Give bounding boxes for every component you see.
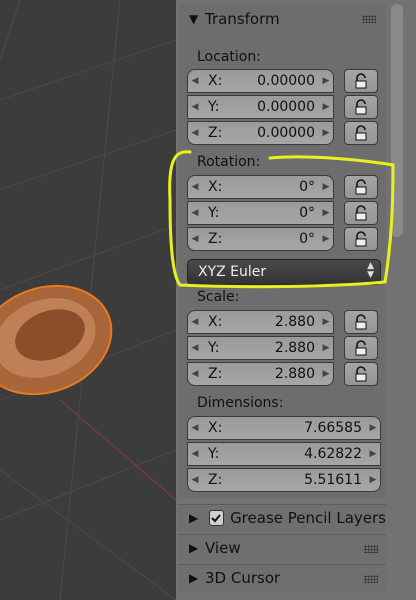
dimensions-y-field[interactable]: ◀ Y: 4.62822 ▶ [187,442,381,466]
location-locks [344,69,378,147]
lock-rotation-x-button[interactable] [344,175,378,199]
panel-scrollbar[interactable] [391,4,403,237]
decrement-arrow-icon[interactable]: ◀ [188,128,202,138]
decrement-arrow-icon[interactable]: ◀ [188,343,202,353]
increment-arrow-icon[interactable]: ▶ [366,423,380,433]
increment-arrow-icon[interactable]: ▶ [319,102,333,112]
3d-viewport[interactable] [0,0,176,600]
decrement-arrow-icon[interactable]: ◀ [188,234,202,244]
dimensions-z-field[interactable]: ◀ Z: 5.51611 ▶ [187,468,381,492]
grease-pencil-checkbox[interactable] [208,510,225,526]
rotation-z-field[interactable]: ◀ Z: 0° ▶ [187,227,334,251]
up-down-arrows-icon: ▲ ▼ [367,261,374,280]
padlock-icon [355,340,367,356]
scale-y-field[interactable]: ◀ Y: 2.880 ▶ [187,336,334,360]
padlock-icon [355,179,367,195]
view-panel-header[interactable]: ▶ View [178,534,386,561]
decrement-arrow-icon[interactable]: ◀ [188,208,202,218]
lock-scale-z-button[interactable] [344,362,378,386]
padlock-icon [355,314,367,330]
scale-locks [344,310,378,388]
scale-z-field[interactable]: ◀ Z: 2.880 ▶ [187,362,334,386]
padlock-icon [355,99,367,115]
padlock-icon [355,125,367,141]
collapsed-triangle-icon: ▶ [189,571,199,585]
decrement-arrow-icon[interactable]: ◀ [188,317,202,327]
checkmark-icon [211,514,222,523]
decrement-arrow-icon[interactable]: ◀ [188,449,202,459]
padlock-icon [355,366,367,382]
3d-cursor-panel-header[interactable]: ▶ 3D Cursor [178,564,386,591]
location-fields: ◀ X: 0.00000 ▶ ◀ Y: 0.00000 ▶ ◀ Z: 0.000… [187,69,334,145]
rotation-fields: ◀ X: 0° ▶ ◀ Y: 0° ▶ ◀ Z: 0° ▶ [187,175,334,251]
decrement-arrow-icon[interactable]: ◀ [188,369,202,379]
lock-rotation-y-button[interactable] [344,201,378,225]
rotation-label: Rotation: [197,154,261,170]
location-y-field[interactable]: ◀ Y: 0.00000 ▶ [187,95,334,119]
increment-arrow-icon[interactable]: ▶ [319,182,333,192]
collapsed-triangle-icon: ▶ [189,511,199,525]
lock-location-y-button[interactable] [344,95,378,119]
increment-arrow-icon[interactable]: ▶ [366,449,380,459]
decrement-arrow-icon[interactable]: ◀ [188,423,202,433]
lock-rotation-z-button[interactable] [344,227,378,251]
lock-location-z-button[interactable] [344,121,378,145]
transform-panel-header[interactable]: ▼ Transform [178,6,384,32]
padlock-icon [355,231,367,247]
rotation-mode-dropdown[interactable]: XYZ Euler ▲ ▼ [187,259,381,285]
decrement-arrow-icon[interactable]: ◀ [188,475,202,485]
dimensions-label: Dimensions: [197,395,284,411]
increment-arrow-icon[interactable]: ▶ [366,475,380,485]
viewport-grid [0,0,176,600]
dimensions-fields: ◀ X: 7.66585 ▶ ◀ Y: 4.62822 ▶ ◀ Z: 5.516… [187,416,381,492]
lock-scale-y-button[interactable] [344,336,378,360]
dimensions-x-field[interactable]: ◀ X: 7.66585 ▶ [187,416,381,440]
decrement-arrow-icon[interactable]: ◀ [188,76,202,86]
increment-arrow-icon[interactable]: ▶ [319,343,333,353]
selected-object[interactable] [0,268,127,412]
rotation-x-field[interactable]: ◀ X: 0° ▶ [187,175,334,199]
increment-arrow-icon[interactable]: ▶ [319,234,333,244]
location-label: Location: [197,49,261,65]
lock-scale-x-button[interactable] [344,310,378,334]
scale-x-field[interactable]: ◀ X: 2.880 ▶ [187,310,334,334]
rotation-locks [344,175,378,253]
drag-grip-icon[interactable] [362,15,376,23]
collapsed-triangle-icon: ▶ [189,541,199,555]
grease-pencil-panel-header[interactable]: ▶ Grease Pencil Layers [178,504,386,531]
increment-arrow-icon[interactable]: ▶ [319,317,333,327]
scale-label: Scale: [197,289,240,305]
decrement-arrow-icon[interactable]: ◀ [188,102,202,112]
location-x-field[interactable]: ◀ X: 0.00000 ▶ [187,69,334,93]
rotation-y-field[interactable]: ◀ Y: 0° ▶ [187,201,334,225]
increment-arrow-icon[interactable]: ▶ [319,369,333,379]
padlock-icon [355,205,367,221]
decrement-arrow-icon[interactable]: ◀ [188,182,202,192]
lock-location-x-button[interactable] [344,69,378,93]
scale-fields: ◀ X: 2.880 ▶ ◀ Y: 2.880 ▶ ◀ Z: 2.880 ▶ [187,310,334,386]
increment-arrow-icon[interactable]: ▶ [319,128,333,138]
drag-grip-icon[interactable] [364,545,378,553]
properties-panel: ▼ Transform Location: ◀ X: 0.00000 ▶ ◀ Y… [176,0,416,600]
increment-arrow-icon[interactable]: ▶ [319,76,333,86]
expanded-triangle-icon: ▼ [189,12,199,26]
location-z-field[interactable]: ◀ Z: 0.00000 ▶ [187,121,334,145]
transform-panel: ▼ Transform Location: ◀ X: 0.00000 ▶ ◀ Y… [178,4,386,498]
increment-arrow-icon[interactable]: ▶ [319,208,333,218]
padlock-icon [355,73,367,89]
drag-grip-icon[interactable] [364,575,378,583]
